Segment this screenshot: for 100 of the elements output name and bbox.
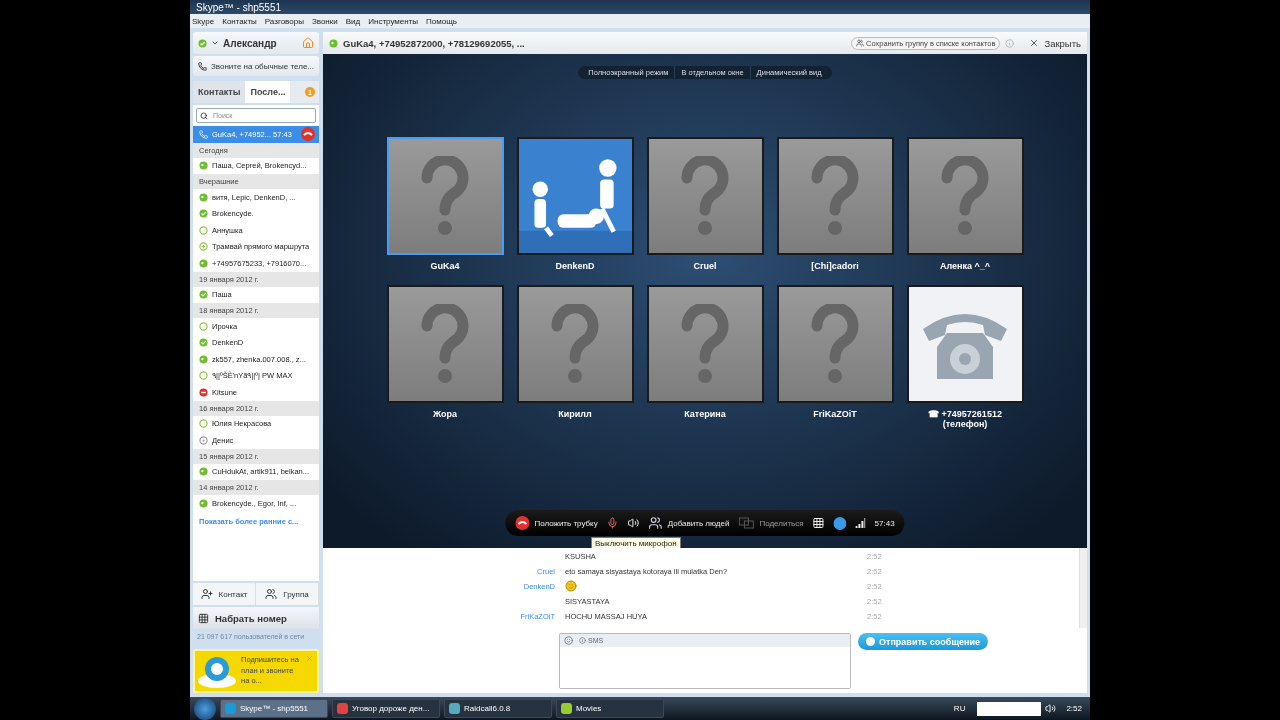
- language-indicator[interactable]: RU: [953, 704, 966, 713]
- participant-name: GuKa4: [430, 261, 460, 271]
- add-button[interactable]: Группа: [256, 583, 319, 605]
- clock: 2:52: [1066, 704, 1082, 713]
- home-icon: [302, 37, 314, 49]
- taskbar-button[interactable]: Skype™ - shp5551: [220, 699, 328, 718]
- menu-item[interactable]: Звонки: [311, 16, 338, 26]
- call-timer: 57:43: [874, 518, 895, 528]
- question-mark-icon: [809, 304, 861, 384]
- status-icon: [199, 290, 208, 300]
- banner-text: Звоните на обычные теле...: [211, 61, 314, 71]
- smiley-icon[interactable]: [564, 636, 573, 645]
- dial-button[interactable]: Набрать номер: [193, 607, 319, 629]
- smiley-icon: [565, 579, 577, 592]
- participant-tile[interactable]: [386, 285, 504, 403]
- status-icon: [199, 192, 208, 202]
- question-mark-icon: [549, 304, 601, 384]
- question-mark-icon: [419, 156, 471, 236]
- group-icon: [856, 39, 864, 47]
- status-icon: [199, 258, 208, 268]
- close-icon: [1029, 38, 1040, 48]
- question-mark-icon: [809, 156, 861, 236]
- question-mark-icon: [679, 304, 731, 384]
- participant-name: FriKaZOiT: [813, 409, 857, 419]
- conversation-title: GuKa4, +74952872000, +78129692055, ...: [343, 37, 526, 49]
- profile-bar[interactable]: Александр: [193, 32, 319, 54]
- add-button[interactable]: Контакт: [193, 583, 256, 605]
- participant-name: Cruel: [693, 261, 717, 271]
- dialpad-icon: [198, 612, 209, 624]
- menu-item[interactable]: Контакты: [222, 16, 257, 26]
- volume-icon[interactable]: [1045, 703, 1057, 714]
- app-icon: [337, 703, 348, 714]
- taskbar-button[interactable]: Raidcall6.0.8: [444, 699, 552, 718]
- tab[interactable]: Контакты: [193, 81, 246, 103]
- participant-name: ☎ +74957261512 (телефон): [928, 409, 1002, 429]
- status-icon: [199, 387, 208, 397]
- app-icon: [449, 703, 460, 714]
- status-icon: [199, 371, 208, 381]
- question-mark-icon: [939, 156, 991, 236]
- participant-name: Кирилл: [558, 409, 592, 419]
- status-button[interactable]: [833, 516, 847, 530]
- participant-name: [Chi]cadori: [811, 261, 859, 271]
- app-icon: [225, 703, 236, 714]
- start-button[interactable]: [194, 697, 216, 720]
- status-icon: [199, 498, 208, 508]
- participant-tile[interactable]: [906, 285, 1024, 403]
- phone-icon: [198, 61, 207, 71]
- status-icon: [199, 321, 208, 331]
- menu-item[interactable]: Разговоры: [264, 16, 304, 26]
- status-icon: [199, 225, 208, 235]
- participant-name: Катерина: [684, 409, 726, 419]
- profile-name: Александр: [223, 37, 278, 49]
- participant-name: Жора: [433, 409, 457, 419]
- status-icon: [199, 209, 208, 219]
- close-button[interactable]: Закрыть: [1019, 37, 1081, 49]
- phone-icon: [199, 129, 208, 139]
- participant-name: DenkenD: [555, 261, 595, 271]
- signal-button[interactable]: [855, 518, 866, 528]
- hangup-button[interactable]: Положить трубку: [515, 516, 598, 530]
- dialpad-button[interactable]: [812, 517, 825, 529]
- signal-icon: [855, 518, 866, 528]
- status-icon: [198, 38, 207, 48]
- menu-item[interactable]: Инструменты: [368, 16, 419, 26]
- participant-tile[interactable]: [516, 285, 634, 403]
- participant-tile[interactable]: [646, 285, 764, 403]
- dialpad-icon: [812, 517, 825, 529]
- screens-icon: [738, 517, 755, 529]
- participant-tile[interactable]: [386, 137, 504, 255]
- hang-up-icon: [515, 516, 530, 530]
- menu-item[interactable]: Skype: [192, 16, 215, 26]
- app-icon: [561, 703, 572, 714]
- call-phones-banner[interactable]: Звоните на обычные теле...: [193, 56, 319, 76]
- participant-tile[interactable]: [776, 137, 894, 255]
- status-icon: [199, 467, 208, 477]
- status-icon: [199, 242, 208, 252]
- search-field[interactable]: [977, 701, 1042, 716]
- caret-icon: [211, 39, 219, 47]
- taskbar-button[interactable]: Уговор дороже ден...: [332, 699, 440, 718]
- tab[interactable]: После...: [245, 81, 291, 103]
- participant-tile[interactable]: [646, 137, 764, 255]
- status-icon: [199, 161, 208, 171]
- question-mark-icon: [419, 304, 471, 384]
- participant-tile[interactable]: [906, 137, 1024, 255]
- status-icon: [199, 354, 208, 364]
- status-icon: [833, 516, 847, 530]
- scrollbar[interactable]: [1079, 548, 1087, 628]
- menu-item[interactable]: Помощь: [426, 16, 457, 26]
- add-contact-icon: [200, 588, 213, 600]
- speaker-icon: [627, 517, 640, 529]
- hang-up-icon: [301, 127, 315, 142]
- taskbar-button[interactable]: Movies: [556, 699, 664, 718]
- speaker-button[interactable]: [627, 517, 640, 529]
- menu-item[interactable]: Вид: [345, 16, 361, 26]
- status-icon: [199, 338, 208, 348]
- mic-button[interactable]: [606, 517, 619, 529]
- participant-name: Аленка ^_^: [939, 261, 991, 271]
- participant-tile[interactable]: [776, 285, 894, 403]
- info-icon: [579, 637, 586, 644]
- add-group-icon: [265, 588, 278, 600]
- add-button[interactable]: Добавить людей: [648, 516, 730, 530]
